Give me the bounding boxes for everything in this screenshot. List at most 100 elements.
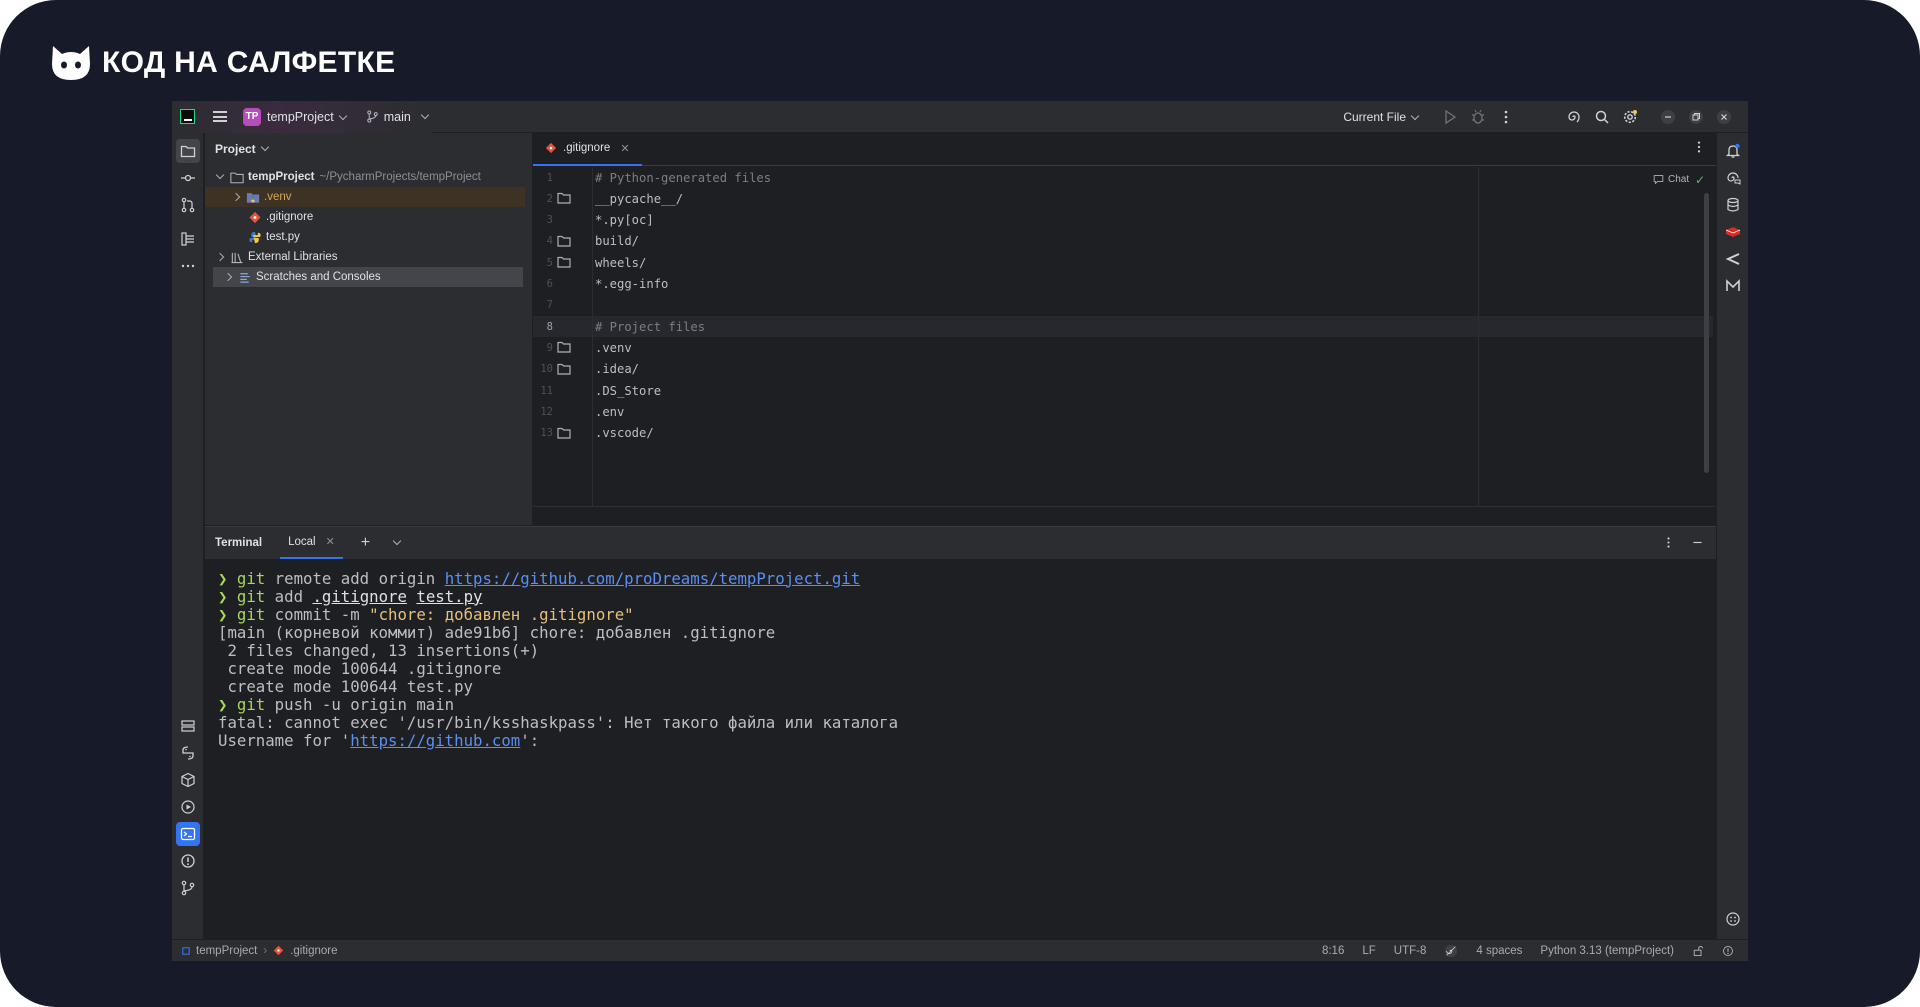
terminal-tab-local[interactable]: Local ✕ [280, 527, 343, 559]
more-vertical-icon[interactable] [1662, 536, 1675, 549]
emoji-icon [1726, 912, 1740, 926]
line-number: 1 [546, 171, 553, 184]
terminal-tool-button[interactable] [176, 822, 200, 846]
more-vertical-icon [1504, 110, 1508, 123]
pull-requests-tool-button[interactable] [176, 193, 200, 217]
brand-name: КОД НА САЛФЕТКЕ [102, 46, 396, 79]
project-switcher[interactable]: tempProject [267, 110, 347, 124]
chat-button[interactable]: Chat [1653, 174, 1689, 185]
breadcrumb-file[interactable]: .gitignore [290, 945, 337, 957]
search-button[interactable] [1588, 103, 1616, 131]
commit-icon [181, 174, 195, 182]
terminal-link[interactable]: https://github.com/proDreams/tempProject… [445, 569, 861, 588]
restore-button[interactable] [1682, 103, 1710, 131]
debug-button[interactable] [1464, 103, 1492, 131]
tree-item-venv[interactable]: .venv [205, 187, 525, 207]
code-line: *.py[oc] [595, 213, 654, 228]
inspection-ok-icon[interactable]: ✓ [1695, 173, 1705, 187]
line-number: 7 [546, 299, 553, 312]
tree-item-label: .venv [264, 191, 292, 203]
tab-label: .gitignore [563, 142, 611, 154]
structure-icon [181, 232, 194, 246]
commit-tool-button[interactable] [176, 166, 200, 190]
close-window-button[interactable] [1710, 103, 1738, 131]
python-interpreter[interactable]: Python 3.13 (tempProject) [1540, 945, 1674, 957]
line-number: 12 [540, 405, 553, 418]
remote-tool-button[interactable] [1721, 247, 1745, 271]
run-button[interactable] [1436, 103, 1464, 131]
new-terminal-tab-button[interactable]: + [361, 534, 370, 552]
editor-vertical-scrollbar[interactable] [1704, 193, 1709, 473]
run-circle-icon [181, 800, 195, 814]
terminal-header-actions [1662, 536, 1716, 549]
redis-tool-button[interactable] [1721, 220, 1745, 244]
main-menu-icon[interactable] [213, 111, 227, 122]
file-encoding[interactable]: UTF-8 [1394, 945, 1427, 957]
pull-request-icon [181, 197, 195, 213]
search-icon [1595, 110, 1609, 124]
ai-chat-tool-button[interactable] [1721, 166, 1745, 190]
notifications-tool-button[interactable] [1721, 139, 1745, 163]
services-tool-button[interactable] [176, 714, 200, 738]
project-panel-header[interactable]: Project [205, 133, 532, 165]
unlock-icon[interactable] [1692, 945, 1704, 957]
tree-item-path: ~/PycharmProjects/tempProject [319, 171, 481, 183]
markdown-tool-button[interactable] [1721, 274, 1745, 298]
python-packages-tool-button[interactable] [176, 741, 200, 765]
line-number: 11 [540, 384, 553, 397]
minimize-button[interactable] [1654, 103, 1682, 131]
minimize-icon [1661, 109, 1675, 124]
code-line: wheels/ [595, 255, 647, 270]
tree-item-gitignore[interactable]: .gitignore [205, 207, 525, 227]
git-tool-button[interactable] [176, 876, 200, 900]
line-number: 13 [540, 427, 553, 440]
plugin-tool-button[interactable] [1721, 907, 1745, 931]
breadcrumb-project[interactable]: tempProject [196, 945, 257, 957]
problems-tool-button[interactable] [176, 849, 200, 873]
run-config-selector[interactable]: Current File [1343, 110, 1420, 124]
tree-item-external-libraries[interactable]: External Libraries [205, 247, 525, 267]
terminal-link[interactable]: https://github.com [350, 731, 520, 750]
hide-panel-icon[interactable] [1691, 536, 1704, 549]
tree-item-root[interactable]: tempProject ~/PycharmProjects/tempProjec… [205, 167, 525, 187]
more-tools-button[interactable] [176, 254, 200, 278]
settings-button[interactable] [1616, 103, 1644, 131]
caret-position[interactable]: 8:16 [1322, 945, 1344, 957]
branch-switcher[interactable]: main [366, 110, 430, 124]
title-bar: TP tempProject main Current File [172, 101, 1748, 133]
indent-settings[interactable]: 4 spaces [1476, 945, 1522, 957]
editor-tabs-more-button[interactable] [1692, 140, 1706, 159]
right-margin-guide [1478, 167, 1479, 507]
chevron-right-icon: › [263, 944, 268, 957]
tree-item-test-py[interactable]: test.py [205, 227, 525, 247]
chevron-down-icon [420, 110, 430, 119]
spiral-icon [1568, 110, 1580, 122]
packages-tool-button[interactable] [176, 768, 200, 792]
terminal-tab-dropdown-icon[interactable] [392, 536, 402, 545]
left-tool-window-bar [172, 133, 204, 939]
structure-tool-button[interactable] [176, 227, 200, 251]
tree-item-scratches[interactable]: Scratches and Consoles [213, 267, 523, 287]
code-brackets-icon [1725, 253, 1740, 265]
chat-icon [1653, 175, 1664, 185]
ai-assistant-button[interactable] [1560, 103, 1588, 131]
info-circle-icon[interactable] [1722, 945, 1734, 957]
project-tool-button[interactable] [176, 139, 200, 163]
tab-gitignore[interactable]: .gitignore ✕ [533, 133, 642, 166]
status-widgets: 8:16 LF UTF-8 4 spaces Python 3.13 (temp… [1322, 944, 1748, 958]
current-line-highlight [533, 316, 1713, 337]
run-tool-button[interactable] [176, 795, 200, 819]
database-tool-button[interactable] [1721, 193, 1745, 217]
python-folder-icon [246, 192, 260, 203]
more-actions-button[interactable] [1492, 103, 1520, 131]
ai-assistant-status-icon[interactable] [1444, 944, 1458, 958]
close-tab-icon[interactable]: ✕ [620, 142, 629, 155]
close-terminal-tab-icon[interactable]: ✕ [326, 535, 335, 548]
terminal-title: Terminal [215, 536, 263, 549]
project-badge[interactable]: TP [243, 107, 261, 126]
code-line: .DS_Store [595, 383, 662, 398]
code-line: .env [595, 404, 625, 419]
package-icon [181, 772, 195, 788]
line-separator[interactable]: LF [1362, 945, 1375, 957]
pycharm-logo-icon [180, 109, 195, 124]
